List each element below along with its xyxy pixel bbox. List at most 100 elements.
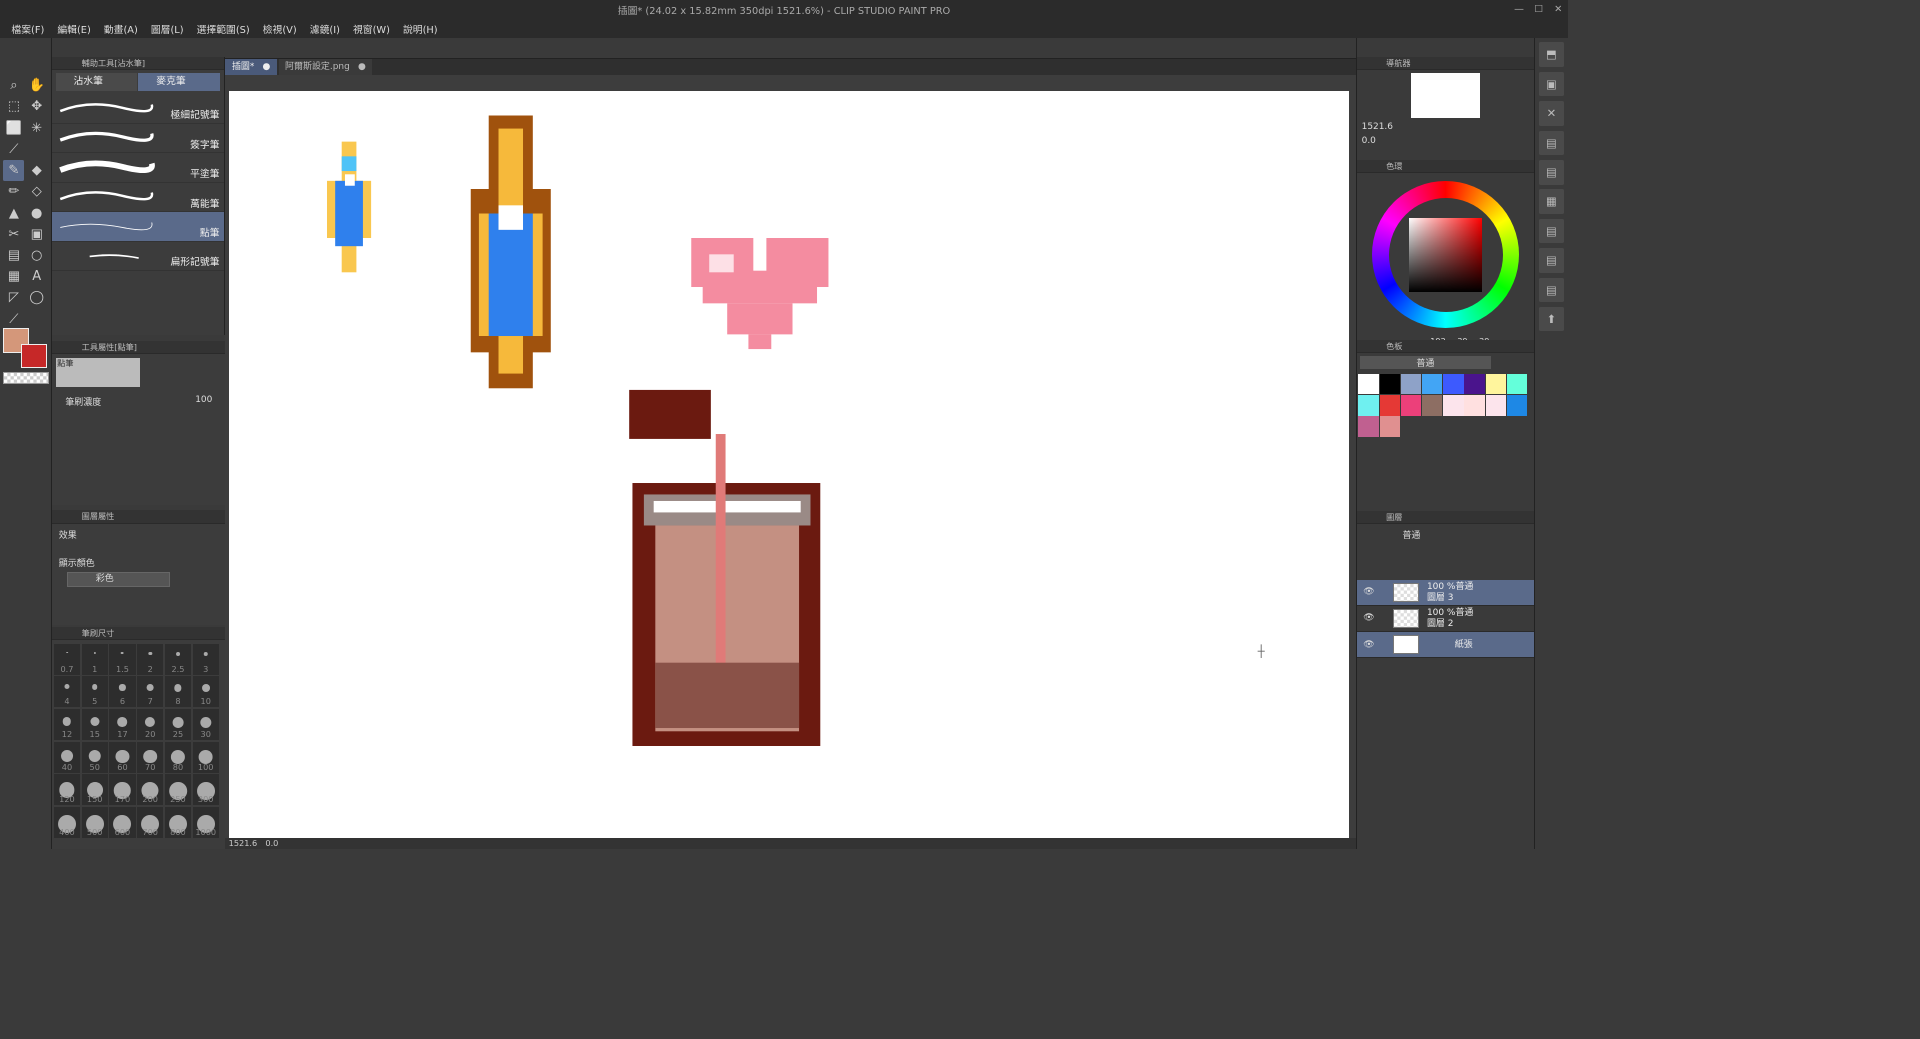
pen-icon[interactable]: ✎ xyxy=(3,160,25,182)
close-icon[interactable]: ● xyxy=(358,59,366,75)
color-set-select[interactable]: 普通 xyxy=(1359,356,1491,370)
brush-size-cell[interactable]: 500 xyxy=(81,806,108,838)
zoom-readout[interactable]: 1521.6 xyxy=(229,838,258,848)
navigator-preview[interactable] xyxy=(1411,73,1481,118)
sub-color-swatch[interactable] xyxy=(21,343,48,369)
brush-size-cell[interactable]: 30 xyxy=(192,708,219,740)
saturation-value-square[interactable] xyxy=(1408,218,1483,292)
eye-icon[interactable]: 👁 xyxy=(1363,587,1374,597)
brush-size-cell[interactable]: 1.5 xyxy=(109,643,136,675)
magic-wand-icon[interactable]: ✳ xyxy=(26,118,47,139)
maximize-button[interactable]: ☐ xyxy=(1529,0,1549,20)
brush-size-cell[interactable]: 400 xyxy=(53,806,81,838)
brush-size-cell[interactable]: 2 xyxy=(137,643,164,675)
brush-size-cell[interactable]: 8 xyxy=(164,676,192,708)
hue-ring[interactable] xyxy=(1372,181,1520,329)
close-button[interactable]: ✕ xyxy=(1548,0,1568,20)
color-swatch[interactable] xyxy=(1422,395,1443,416)
close-icon[interactable]: ✕ xyxy=(1539,101,1564,126)
menu-layer[interactable]: 圖層(L) xyxy=(144,22,190,36)
eyedropper-icon[interactable]: ⟋ xyxy=(3,139,24,160)
brush-size-cell[interactable]: 170 xyxy=(109,774,136,806)
brush-size-cell[interactable]: 25 xyxy=(164,708,192,740)
brush-size-cell[interactable]: 80 xyxy=(164,741,192,773)
frame-icon[interactable]: ▦ xyxy=(3,266,24,287)
menu-selection[interactable]: 選擇範圍(S) xyxy=(190,22,256,36)
color-swatch[interactable] xyxy=(1379,416,1400,437)
figure-icon[interactable]: ○ xyxy=(26,245,47,266)
material-icon[interactable]: ▦ xyxy=(1539,189,1564,214)
color-swatch[interactable] xyxy=(1400,395,1422,416)
material-icon[interactable]: ▤ xyxy=(1539,160,1564,185)
brush-item-flat-marker[interactable]: 扁形記號筆 xyxy=(52,242,225,272)
display-color-select[interactable]: 彩色 xyxy=(66,572,170,588)
eye-icon[interactable]: 👁 xyxy=(1363,640,1374,650)
menu-window[interactable]: 視窗(W) xyxy=(346,22,396,36)
color-swatch[interactable] xyxy=(1485,374,1507,395)
layer-row[interactable]: 👁 紙張 xyxy=(1356,632,1535,659)
color-swatch[interactable] xyxy=(1422,374,1443,395)
brush-size-cell[interactable]: 7 xyxy=(137,676,164,708)
move-icon[interactable]: ✥ xyxy=(26,96,47,117)
tab-pen[interactable]: 沾水筆 xyxy=(55,73,137,92)
blend-icon[interactable]: ● xyxy=(26,203,47,224)
color-swatch[interactable] xyxy=(1379,395,1400,416)
decoration-icon[interactable]: ✂ xyxy=(3,224,24,245)
brush-size-cell[interactable]: 12 xyxy=(53,708,81,740)
color-swatch[interactable] xyxy=(1358,395,1379,416)
brush-size-cell[interactable]: 100 xyxy=(192,741,219,773)
brush-size-cell[interactable]: 70 xyxy=(137,741,164,773)
color-swatch[interactable] xyxy=(1400,374,1422,395)
brush-size-cell[interactable]: 250 xyxy=(164,774,192,806)
ruler-icon[interactable]: ◸ xyxy=(3,287,24,308)
brush-size-cell[interactable]: 1 xyxy=(81,643,108,675)
brush-icon[interactable]: ◇ xyxy=(26,181,47,202)
brush-item-fine-marker[interactable]: 極細記號筆 xyxy=(52,95,225,125)
navigator-angle[interactable]: 0.0 xyxy=(1357,134,1535,147)
brush-size-cell[interactable]: 150 xyxy=(81,774,108,806)
selection-icon[interactable]: ⬜ xyxy=(3,118,24,139)
brush-item-dot[interactable]: 點筆 xyxy=(52,212,225,242)
brush-item-universal[interactable]: 萬能筆 xyxy=(52,183,225,213)
material-icon[interactable]: ▤ xyxy=(1539,218,1564,244)
fill-icon[interactable]: ▣ xyxy=(26,224,47,245)
operation-icon[interactable]: ⬚ xyxy=(3,96,24,117)
brush-size-cell[interactable]: 200 xyxy=(137,774,164,806)
brush-size-cell[interactable]: 300 xyxy=(192,774,219,806)
brush-size-cell[interactable]: 15 xyxy=(81,708,108,740)
material-icon[interactable]: ▣ xyxy=(1539,71,1564,97)
brush-size-cell[interactable]: 700 xyxy=(137,806,164,838)
material-icon[interactable]: ▤ xyxy=(1539,277,1564,303)
brush-size-cell[interactable]: 5 xyxy=(81,676,108,708)
canvas[interactable] xyxy=(228,91,1350,840)
tab-reference[interactable]: 阿爾斯設定.png ● xyxy=(278,58,373,76)
zoom-icon[interactable]: ⌕ xyxy=(3,75,24,96)
brush-size-cell[interactable]: 120 xyxy=(53,774,81,806)
color-swatch[interactable] xyxy=(1464,374,1485,395)
material-icon[interactable]: ▤ xyxy=(1539,248,1564,273)
pencil-icon[interactable]: ✏ xyxy=(3,181,24,202)
close-icon[interactable]: ● xyxy=(263,59,271,75)
brush-size-cell[interactable]: 60 xyxy=(109,741,136,773)
layer-row[interactable]: 👁 100 %普通 圖層 2 xyxy=(1356,606,1535,632)
angle-readout[interactable]: 0.0 xyxy=(265,838,278,848)
tab-marker[interactable]: 麥克筆 xyxy=(138,73,220,92)
blend-mode-select[interactable]: 普通 xyxy=(1357,524,1535,544)
hand-icon[interactable]: ✋ xyxy=(26,75,47,96)
menu-help[interactable]: 說明(H) xyxy=(396,22,444,36)
airbrush-icon[interactable]: ▲ xyxy=(3,203,24,224)
brush-size-cell[interactable]: 0.7 xyxy=(53,643,81,675)
brush-size-cell[interactable]: 1000 xyxy=(192,806,219,838)
transparent-color-swatch[interactable] xyxy=(3,372,49,384)
correct-line-icon[interactable]: ⟋ xyxy=(3,309,24,330)
menu-filter[interactable]: 濾鏡(I) xyxy=(303,22,346,36)
color-swatch[interactable] xyxy=(1358,416,1379,437)
layer-row[interactable]: 👁 100 %普通 圖層 3 xyxy=(1356,579,1535,606)
brush-density-value[interactable]: 100 xyxy=(195,395,212,408)
menu-file[interactable]: 檔案(F) xyxy=(5,22,51,36)
brush-size-cell[interactable]: 3 xyxy=(192,643,219,675)
color-swatch[interactable] xyxy=(1485,395,1507,416)
color-swatch[interactable] xyxy=(1464,395,1485,416)
brush-size-cell[interactable]: 40 xyxy=(53,741,81,773)
color-swatch[interactable] xyxy=(1443,395,1464,416)
